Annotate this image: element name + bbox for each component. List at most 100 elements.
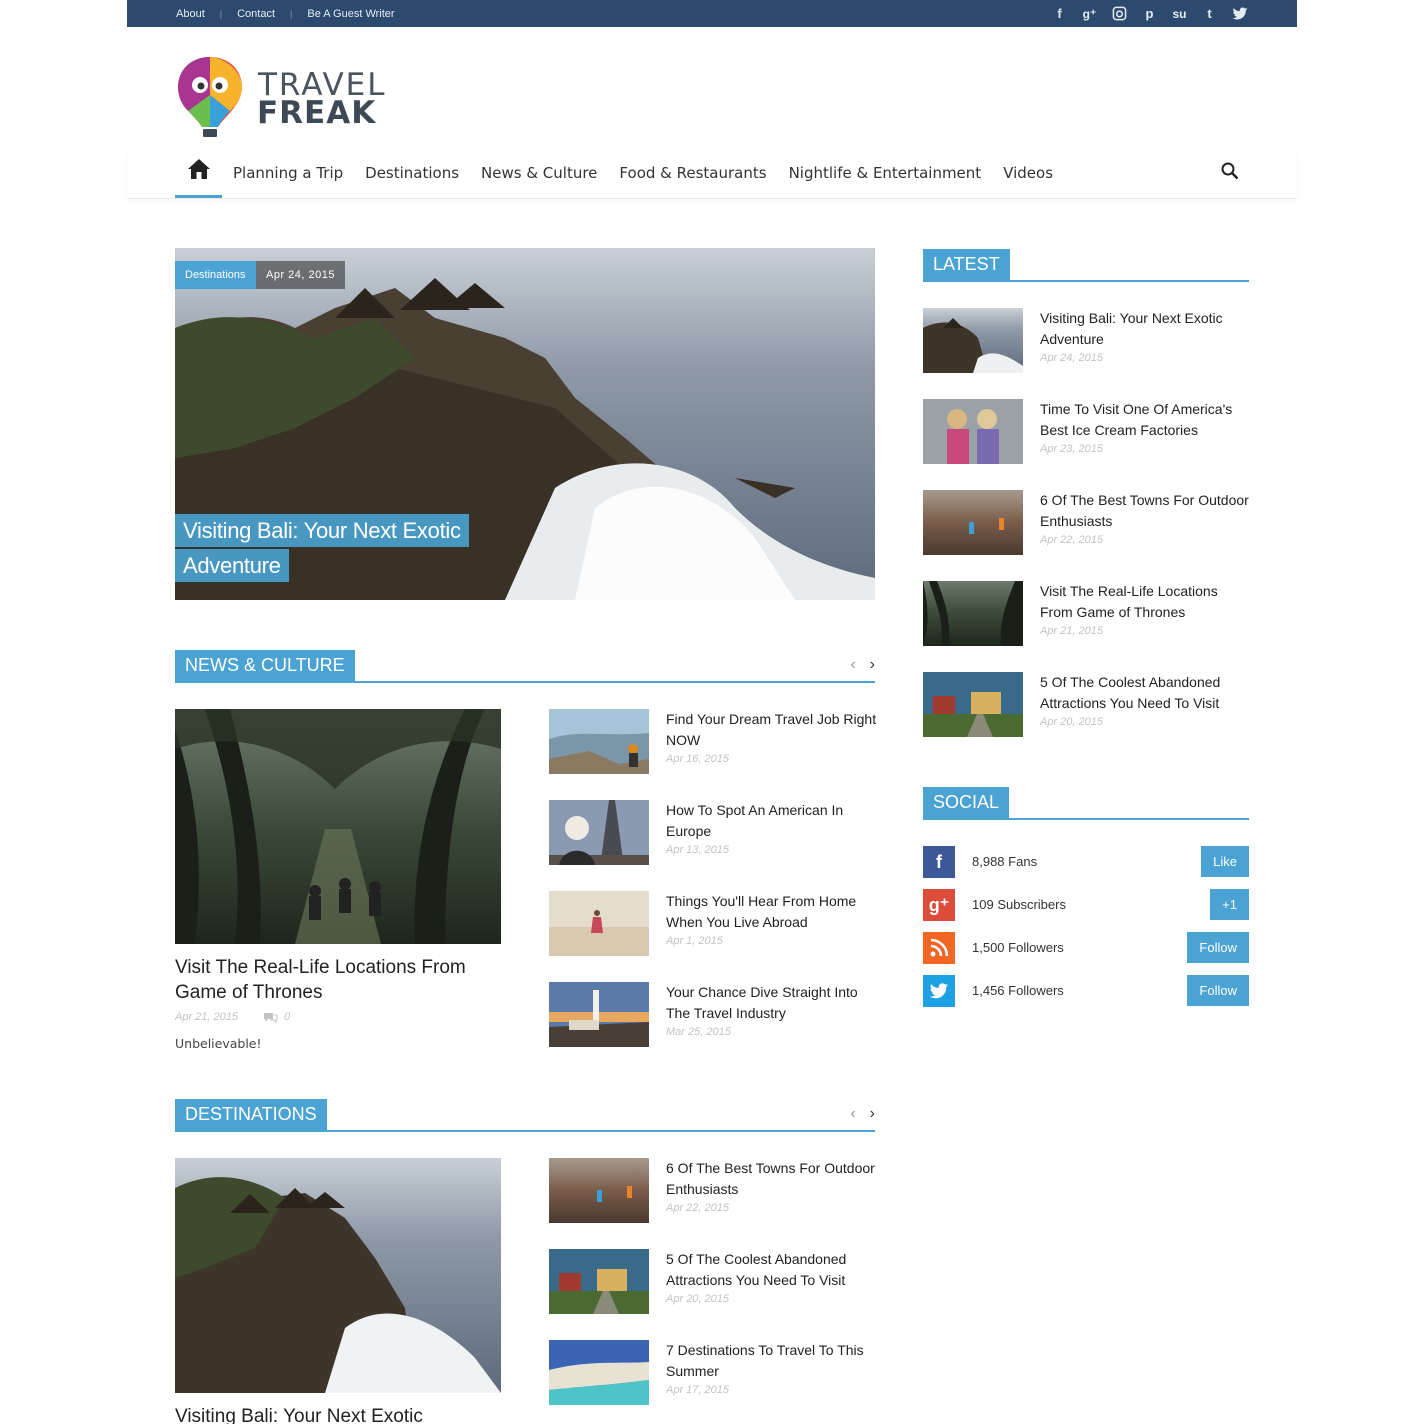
social-count: 109 Subscribers <box>972 897 1066 912</box>
facebook-icon[interactable]: f <box>1050 4 1069 23</box>
thumbnail <box>549 982 649 1047</box>
item-title[interactable]: Find Your Dream Travel Job Right NOW <box>666 709 879 751</box>
destinations-featured-image[interactable] <box>175 1158 501 1393</box>
item-title[interactable]: 7 Destinations To Travel To This Summer <box>666 1340 879 1382</box>
list-item[interactable]: Time To Visit One Of America's Best Ice … <box>923 399 1249 465</box>
list-item[interactable]: Visiting Bali: Your Next Exotic Adventur… <box>923 308 1249 374</box>
item-title[interactable]: Things You'll Hear From Home When You Li… <box>666 891 879 933</box>
item-date: Apr 1, 2015 <box>666 935 723 947</box>
thumbnail <box>549 1340 649 1405</box>
pinterest-icon[interactable]: p <box>1140 4 1159 23</box>
destinations-label[interactable]: DESTINATIONS <box>175 1099 327 1130</box>
social-row-facebook: f 8,988 Fans Like <box>923 846 1249 878</box>
item-date: Apr 20, 2015 <box>1040 716 1103 728</box>
item-date: Apr 22, 2015 <box>666 1202 729 1214</box>
google-plus-icon[interactable]: g⁺ <box>923 889 955 921</box>
comment-count: 0 <box>284 1011 291 1023</box>
top-bar: About | Contact | Be A Guest Writer f g⁺… <box>127 0 1297 27</box>
item-title[interactable]: 5 Of The Coolest Abandoned Attractions Y… <box>1040 672 1253 714</box>
thumbnail <box>549 891 649 956</box>
twitter-icon[interactable] <box>1230 4 1249 23</box>
rss-follow-button[interactable]: Follow <box>1187 932 1249 963</box>
news-culture-label[interactable]: NEWS & CULTURE <box>175 650 355 681</box>
thumbnail <box>923 581 1023 646</box>
item-date: Apr 20, 2015 <box>666 1293 729 1305</box>
item-date: Apr 21, 2015 <box>1040 625 1103 637</box>
top-social-icons: f g⁺ p su t <box>1050 4 1249 23</box>
news-featured-title[interactable]: Visit The Real-Life Locations From Game … <box>175 955 505 1005</box>
nav-item-destinations[interactable]: Destinations <box>365 164 459 182</box>
nav-home[interactable] <box>175 158 222 198</box>
item-title[interactable]: Visit The Real-Life Locations From Game … <box>1040 581 1253 623</box>
top-link-about[interactable]: About <box>176 8 205 20</box>
list-item[interactable]: Visit The Real-Life Locations From Game … <box>923 581 1249 647</box>
top-link-contact[interactable]: Contact <box>237 8 275 20</box>
latest-label[interactable]: LATEST <box>923 249 1010 280</box>
top-link-guest-writer[interactable]: Be A Guest Writer <box>307 8 394 20</box>
stumbleupon-icon[interactable]: su <box>1170 4 1189 23</box>
list-item[interactable]: How To Spot An American In Europe Apr 13… <box>549 800 879 866</box>
news-featured-comments[interactable]: 0 <box>263 1011 290 1023</box>
nav-item-food[interactable]: Food & Restaurants <box>619 164 766 182</box>
nav-item-news-culture[interactable]: News & Culture <box>481 164 597 182</box>
destinations-featured-title[interactable]: Visiting Bali: Your Next Exotic <box>175 1404 505 1424</box>
facebook-icon[interactable]: f <box>923 846 955 878</box>
site-logo[interactable]: TRAVEL FREAK <box>176 55 386 139</box>
google-plus-button[interactable]: +1 <box>1210 889 1249 920</box>
list-item[interactable]: 5 Of The Coolest Abandoned Attractions Y… <box>549 1249 879 1315</box>
facebook-like-button[interactable]: Like <box>1201 846 1249 877</box>
social-count: 1,500 Followers <box>972 940 1064 955</box>
thumbnail <box>923 308 1023 373</box>
item-date: Apr 17, 2015 <box>666 1384 729 1396</box>
bali-image <box>175 1158 501 1393</box>
item-title[interactable]: Visiting Bali: Your Next Exotic Adventur… <box>1040 308 1253 350</box>
item-title[interactable]: 6 Of The Best Towns For Outdoor Enthusia… <box>1040 490 1253 532</box>
news-featured-image[interactable] <box>175 709 501 944</box>
thumbnail <box>923 399 1023 464</box>
nav-item-videos[interactable]: Videos <box>1003 164 1053 182</box>
social-count: 1,456 Followers <box>972 983 1064 998</box>
social-row-twitter: 1,456 Followers Follow <box>923 975 1249 1007</box>
latest-header: LATEST <box>923 249 1249 282</box>
list-item[interactable]: 7 Destinations To Travel To This Summer … <box>549 1340 879 1406</box>
hero-date: Apr 24, 2015 <box>256 261 345 289</box>
next-arrow-icon[interactable]: › <box>870 656 875 674</box>
tumblr-icon[interactable]: t <box>1200 4 1219 23</box>
list-item[interactable]: 5 Of The Coolest Abandoned Attractions Y… <box>923 672 1249 738</box>
nav-item-planning[interactable]: Planning a Trip <box>233 164 343 182</box>
social-row-rss: 1,500 Followers Follow <box>923 932 1249 964</box>
social-label[interactable]: SOCIAL <box>923 787 1010 818</box>
hero-title[interactable]: Visiting Bali: Your Next Exotic Adventur… <box>175 514 469 584</box>
item-date: Apr 16, 2015 <box>666 753 729 765</box>
nav-item-nightlife[interactable]: Nightlife & Entertainment <box>789 164 982 182</box>
list-item[interactable]: 6 Of The Best Towns For Outdoor Enthusia… <box>549 1158 879 1224</box>
hero-category-badge[interactable]: Destinations <box>175 261 256 289</box>
news-featured-excerpt: Unbelievable! <box>175 1036 262 1051</box>
item-title[interactable]: 5 Of The Coolest Abandoned Attractions Y… <box>666 1249 879 1291</box>
list-item[interactable]: Your Chance Dive Straight Into The Trave… <box>549 982 879 1048</box>
item-title[interactable]: Your Chance Dive Straight Into The Trave… <box>666 982 879 1024</box>
next-arrow-icon[interactable]: › <box>870 1105 875 1123</box>
rss-icon[interactable] <box>923 932 955 964</box>
item-title[interactable]: 6 Of The Best Towns For Outdoor Enthusia… <box>666 1158 879 1200</box>
destinations-header: DESTINATIONS ‹ › <box>175 1099 875 1132</box>
item-title[interactable]: Time To Visit One Of America's Best Ice … <box>1040 399 1253 441</box>
twitter-icon[interactable] <box>923 975 955 1007</box>
news-featured-date: Apr 21, 2015 <box>175 1011 238 1023</box>
comment-icon <box>264 1012 278 1023</box>
list-item[interactable]: 6 Of The Best Towns For Outdoor Enthusia… <box>923 490 1249 556</box>
item-title[interactable]: How To Spot An American In Europe <box>666 800 879 842</box>
list-item[interactable]: Things You'll Hear From Home When You Li… <box>549 891 879 957</box>
search-button[interactable] <box>1221 162 1239 185</box>
hero-featured-post[interactable]: Destinations Apr 24, 2015 Visiting Bali:… <box>175 248 875 600</box>
thumbnail <box>549 1249 649 1314</box>
item-date: Apr 23, 2015 <box>1040 443 1103 455</box>
google-plus-icon[interactable]: g⁺ <box>1080 4 1099 23</box>
item-date: Apr 24, 2015 <box>1040 352 1103 364</box>
instagram-icon[interactable] <box>1110 4 1129 23</box>
prev-arrow-icon[interactable]: ‹ <box>850 656 855 674</box>
twitter-follow-button[interactable]: Follow <box>1187 975 1249 1006</box>
list-item[interactable]: Find Your Dream Travel Job Right NOW Apr… <box>549 709 879 775</box>
prev-arrow-icon[interactable]: ‹ <box>850 1105 855 1123</box>
thumbnail <box>923 490 1023 555</box>
